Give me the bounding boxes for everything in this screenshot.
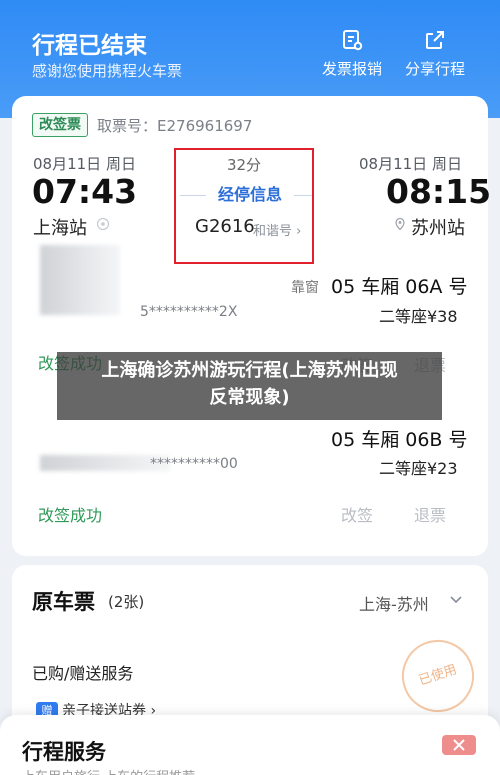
caption-text: 上海确诊苏州游玩行程(上海苏州出现 反常现象) [57, 357, 442, 411]
id-number-masked: **********00 [150, 456, 238, 472]
arrive-time: 08:15 [386, 172, 492, 211]
chevron-down-icon[interactable] [449, 592, 463, 606]
location-pin-icon [395, 217, 405, 231]
rebook-button[interactable]: 改签 [341, 502, 373, 526]
passenger-name-blurred [40, 245, 120, 315]
caption-line-2: 反常现象) [209, 387, 290, 408]
sheet-title: 行程服务 [22, 740, 106, 764]
car-seat: 05 车厢 06B 号 [331, 429, 468, 451]
rebook-status: 改签成功 [38, 506, 103, 525]
services-title: 已购/赠送服务 [32, 664, 134, 683]
seat-position: 靠窗 [291, 280, 319, 296]
seat-class-price: 二等座¥38 [379, 307, 458, 326]
depart-station[interactable]: 上海站 [33, 214, 87, 240]
receipt-icon [343, 30, 363, 51]
original-route-toggle[interactable]: 上海-苏州 [359, 591, 429, 615]
rebooked-tag: 改签票 [32, 113, 88, 137]
invoice-button[interactable]: 发票报销 [317, 28, 387, 79]
original-ticket-count: (2张) [108, 593, 145, 611]
share-icon [426, 31, 444, 49]
page-subtitle: 感谢您使用携程火车票 [32, 62, 183, 80]
id-number-masked: 5**********2X [140, 304, 238, 320]
depart-date: 08月11日 周日 [33, 155, 136, 173]
close-icon [453, 739, 465, 751]
sheet-subtitle: 上车用户旅行 上车的行程推荐 [22, 766, 195, 775]
arrive-station[interactable]: 苏州站 [411, 214, 465, 240]
share-label: 分享行程 [404, 60, 465, 78]
caption-line-1: 上海确诊苏州游玩行程(上海苏州出现 [101, 360, 398, 381]
location-pin-icon [96, 217, 110, 231]
share-button[interactable]: 分享行程 [400, 28, 470, 79]
seat-class-price: 二等座¥23 [379, 459, 458, 478]
original-ticket-title: 原车票 [32, 590, 95, 614]
page-title: 行程已结束 [32, 33, 147, 59]
arrive-date: 08月11日 周日 [359, 155, 462, 173]
highlight-box [174, 148, 314, 264]
refund-button[interactable]: 退票 [414, 502, 446, 526]
ticket-number: 取票号：E276961697 [97, 117, 253, 135]
close-button[interactable] [442, 735, 476, 755]
depart-time: 07:43 [32, 172, 138, 211]
invoice-label: 发票报销 [321, 60, 382, 78]
car-seat: 05 车厢 06A 号 [331, 276, 468, 298]
